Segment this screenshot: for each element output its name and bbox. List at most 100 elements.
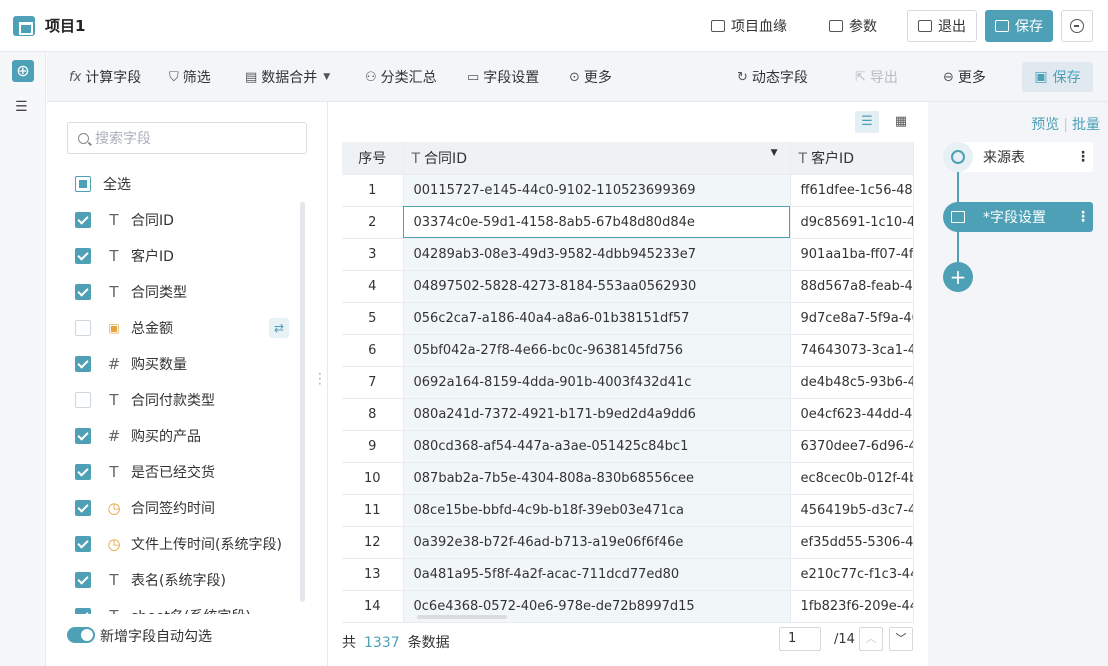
page-number-input[interactable]: 1 <box>779 627 821 651</box>
table-cell[interactable]: ff61dfee-1c56-48b <box>790 174 914 207</box>
table-cell[interactable]: 1fb823f6-209e-44 <box>790 590 914 623</box>
table-row[interactable]: 9 080cd368-af54-447a-a3ae-051425c84bc1 637… <box>342 430 914 463</box>
table-cell[interactable]: 0a481a95-5f8f-4a2f-acac-711dcd77ed80 <box>403 558 791 591</box>
table-cell[interactable]: 74643073-3ca1-4 <box>790 334 914 367</box>
table-row[interactable]: 11 08ce15be-bbfd-4c9b-b18f-39eb03e471ca 45… <box>342 494 914 527</box>
table-cell[interactable]: 04289ab3-08e3-49d3-9582-4dbb945233e7 <box>403 238 791 271</box>
table-cell[interactable]: 03374c0e-59d1-4158-8ab5-67b48d80d84e <box>403 206 791 239</box>
more-left-button[interactable]: ⊙ 更多 <box>569 68 612 87</box>
table-row[interactable]: 13 0a481a95-5f8f-4a2f-acac-711dcd77ed80 e2… <box>342 558 914 591</box>
column-header-contract-id[interactable]: T 合同ID ▼ <box>403 142 791 175</box>
node-more-icon[interactable]: ⋮ <box>1073 210 1093 224</box>
exit-button[interactable]: 退出 <box>907 10 977 42</box>
field-list-scrollbar[interactable] <box>300 202 305 602</box>
field-item[interactable]: T 表名(系统字段) <box>47 562 307 598</box>
table-row[interactable]: 3 04289ab3-08e3-49d3-9582-4dbb945233e7 901… <box>342 238 914 271</box>
field-checkbox[interactable] <box>75 464 91 480</box>
field-item[interactable]: # 购买数量 <box>47 346 307 382</box>
grid-view-icon[interactable]: ▦ <box>889 111 913 133</box>
field-item[interactable]: T 合同付款类型 <box>47 382 307 418</box>
field-item[interactable]: T 客户ID <box>47 238 307 274</box>
caret-down-icon[interactable]: ▼ <box>771 148 778 158</box>
field-checkbox[interactable] <box>75 212 91 228</box>
table-cell[interactable]: e210c77c-f1c3-44 <box>790 558 914 591</box>
field-checkbox[interactable] <box>75 320 91 336</box>
params-button[interactable]: 参数 <box>819 10 887 42</box>
table-cell[interactable]: 6370dee7-6d96-4 <box>790 430 914 463</box>
next-page-button[interactable]: ﹀ <box>889 627 913 651</box>
save-button[interactable]: 保存 <box>985 10 1053 42</box>
table-cell[interactable]: ec8cec0b-012f-4b <box>790 462 914 495</box>
table-cell[interactable]: 08ce15be-bbfd-4c9b-b18f-39eb03e471ca <box>403 494 791 527</box>
group-summary-button[interactable]: ⚇ 分类汇总 <box>365 68 437 87</box>
table-cell[interactable]: 456419b5-d3c7-4 <box>790 494 914 527</box>
table-cell[interactable]: 88d567a8-feab-4c <box>790 270 914 303</box>
field-item[interactable]: T 合同类型 <box>47 274 307 310</box>
merge-button[interactable]: ▤ 数据合并 ▼ <box>245 68 334 87</box>
field-item[interactable]: T 合同ID <box>47 202 307 238</box>
table-row[interactable]: 10 087bab2a-7b5e-4304-808a-830b68556cee ec… <box>342 462 914 495</box>
field-checkbox[interactable] <box>75 500 91 516</box>
more-right-button[interactable]: ⊖ 更多 <box>943 68 986 87</box>
add-node-icon[interactable]: + <box>943 262 973 292</box>
table-cell[interactable]: ef35dd55-5306-43 <box>790 526 914 559</box>
table-row[interactable]: 2 03374c0e-59d1-4158-8ab5-67b48d80d84e d9c… <box>342 206 914 239</box>
table-cell[interactable]: 080a241d-7372-4921-b171-b9ed2d4a9dd6 <box>403 398 791 431</box>
field-item[interactable]: # 购买的产品 <box>47 418 307 454</box>
header-more-button[interactable] <box>1061 10 1093 42</box>
flow-node-source[interactable]: 来源表 ⋮ <box>943 142 1093 172</box>
field-checkbox[interactable] <box>75 248 91 264</box>
table-cell[interactable]: 901aa1ba-ff07-4ff <box>790 238 914 271</box>
indent-icon[interactable]: ☰ <box>15 100 31 114</box>
table-cell[interactable]: de4b48c5-93b6-4 <box>790 366 914 399</box>
preview-link[interactable]: 预览 <box>1031 117 1059 133</box>
field-item[interactable]: ◷ 合同签约时间 <box>47 490 307 526</box>
panel-resize-handle[interactable]: · · · <box>318 368 322 390</box>
field-checkbox[interactable] <box>75 608 91 614</box>
table-cell[interactable]: 056c2ca7-a186-40a4-a8a6-01b38151df57 <box>403 302 791 335</box>
add-step-icon[interactable]: ⊕ <box>12 60 34 82</box>
table-row[interactable]: 7 0692a164-8159-4dda-901b-4003f432d41c de4… <box>342 366 914 399</box>
dynamic-field-button[interactable]: ↻ 动态字段 <box>737 68 808 87</box>
field-checkbox[interactable] <box>75 536 91 552</box>
table-horizontal-scrollbar[interactable] <box>417 615 507 619</box>
node-more-icon[interactable]: ⋮ <box>1073 150 1093 164</box>
table-row[interactable]: 8 080a241d-7372-4921-b171-b9ed2d4a9dd6 0e4… <box>342 398 914 431</box>
lineage-button[interactable]: 项目血缘 <box>701 10 797 42</box>
field-checkbox[interactable] <box>75 284 91 300</box>
export-button[interactable]: ⇱ 导出 <box>855 68 898 87</box>
auto-check-toggle[interactable] <box>67 627 95 643</box>
field-checkbox[interactable] <box>75 572 91 588</box>
table-cell[interactable]: 05bf042a-27f8-4e66-bc0c-9638145fd756 <box>403 334 791 367</box>
batch-link[interactable]: 批量 <box>1072 117 1100 133</box>
table-row[interactable]: 1 00115727-e145-44c0-9102-110523699369 ff6… <box>342 174 914 207</box>
table-cell[interactable]: 00115727-e145-44c0-9102-110523699369 <box>403 174 791 207</box>
table-row[interactable]: 12 0a392e38-b72f-46ad-b713-a19e06f6f46e ef… <box>342 526 914 559</box>
table-row[interactable]: 6 05bf042a-27f8-4e66-bc0c-9638145fd756 746… <box>342 334 914 367</box>
field-checkbox[interactable] <box>75 428 91 444</box>
field-checkbox[interactable] <box>75 392 91 408</box>
calc-field-button[interactable]: fx 计算字段 <box>69 68 141 87</box>
table-row[interactable]: 4 04897502-5828-4273-8184-553aa0562930 88d… <box>342 270 914 303</box>
search-field-input[interactable]: 搜索字段 <box>67 122 307 154</box>
prev-page-button[interactable]: ︿ <box>859 627 883 651</box>
select-all-row[interactable]: 全选 <box>47 166 307 202</box>
field-item[interactable]: ◷ 文件上传时间(系统字段) <box>47 526 307 562</box>
field-checkbox[interactable] <box>75 356 91 372</box>
toolbar-save-button[interactable]: ▣ 保存 <box>1022 62 1093 92</box>
list-view-icon[interactable]: ☰ <box>855 111 879 133</box>
column-header-customer-id[interactable]: T 客户ID <box>790 142 914 175</box>
filter-button[interactable]: ⛉ 筛选 <box>169 68 211 87</box>
table-cell[interactable]: 0a392e38-b72f-46ad-b713-a19e06f6f46e <box>403 526 791 559</box>
flow-node-field-settings[interactable]: *字段设置 ⋮ <box>943 202 1093 232</box>
table-cell[interactable]: 0e4cf623-44dd-47 <box>790 398 914 431</box>
field-item[interactable]: T 是否已经交货 <box>47 454 307 490</box>
shuffle-icon[interactable]: ⇄ <box>269 318 289 338</box>
table-cell[interactable]: 0692a164-8159-4dda-901b-4003f432d41c <box>403 366 791 399</box>
table-row[interactable]: 5 056c2ca7-a186-40a4-a8a6-01b38151df57 9d7… <box>342 302 914 335</box>
select-all-checkbox[interactable] <box>75 176 91 192</box>
field-settings-button[interactable]: ▭ 字段设置 <box>467 68 539 87</box>
field-item[interactable]: Tsheet名(系统字段) <box>47 598 307 614</box>
table-cell[interactable]: 087bab2a-7b5e-4304-808a-830b68556cee <box>403 462 791 495</box>
field-item[interactable]: ▣ 总金额 ⇄ <box>47 310 307 346</box>
